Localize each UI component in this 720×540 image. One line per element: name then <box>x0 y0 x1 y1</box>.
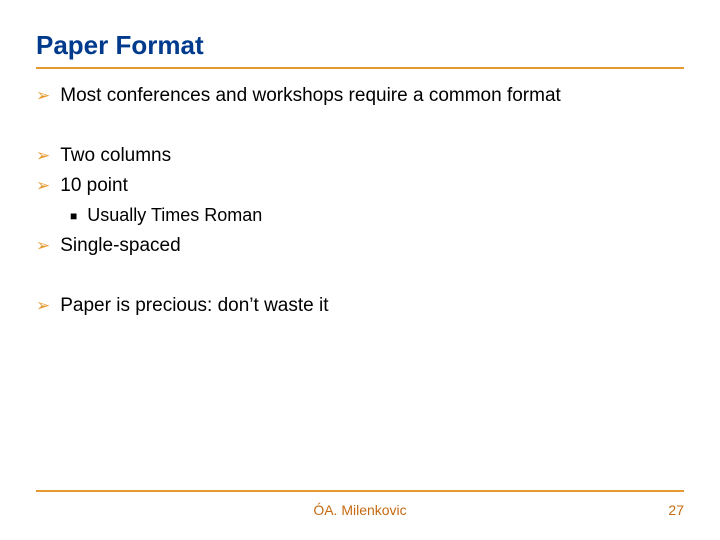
page-number: 27 <box>668 502 684 518</box>
bullet-text: 10 point <box>60 173 684 199</box>
bullet-text: Most conferences and workshops require a… <box>60 83 684 109</box>
bullet-item: ➢ Two columns <box>36 143 684 169</box>
bullet-text: Usually Times Roman <box>87 203 684 227</box>
bullet-text: Two columns <box>60 143 684 169</box>
footer-author: ÓA. Milenkovic <box>0 502 720 518</box>
title-rule <box>36 67 684 69</box>
footer-rule <box>36 490 684 492</box>
slide: Paper Format ➢ Most conferences and work… <box>0 0 720 540</box>
slide-content: ➢ Most conferences and workshops require… <box>36 83 684 319</box>
bullet-item: ➢ Most conferences and workshops require… <box>36 83 684 109</box>
arrow-icon: ➢ <box>36 143 50 169</box>
bullet-item: ➢ Paper is precious: don’t waste it <box>36 293 684 319</box>
arrow-icon: ➢ <box>36 233 50 259</box>
bullet-text: Paper is precious: don’t waste it <box>60 293 684 319</box>
arrow-icon: ➢ <box>36 173 50 199</box>
arrow-icon: ➢ <box>36 83 50 109</box>
bullet-text: Single-spaced <box>60 233 684 259</box>
bullet-item: ➢ Single-spaced <box>36 233 684 259</box>
arrow-icon: ➢ <box>36 293 50 319</box>
square-icon: ■ <box>70 203 77 229</box>
sub-bullet-item: ■ Usually Times Roman <box>70 203 684 229</box>
slide-title: Paper Format <box>36 30 684 61</box>
bullet-item: ➢ 10 point <box>36 173 684 199</box>
